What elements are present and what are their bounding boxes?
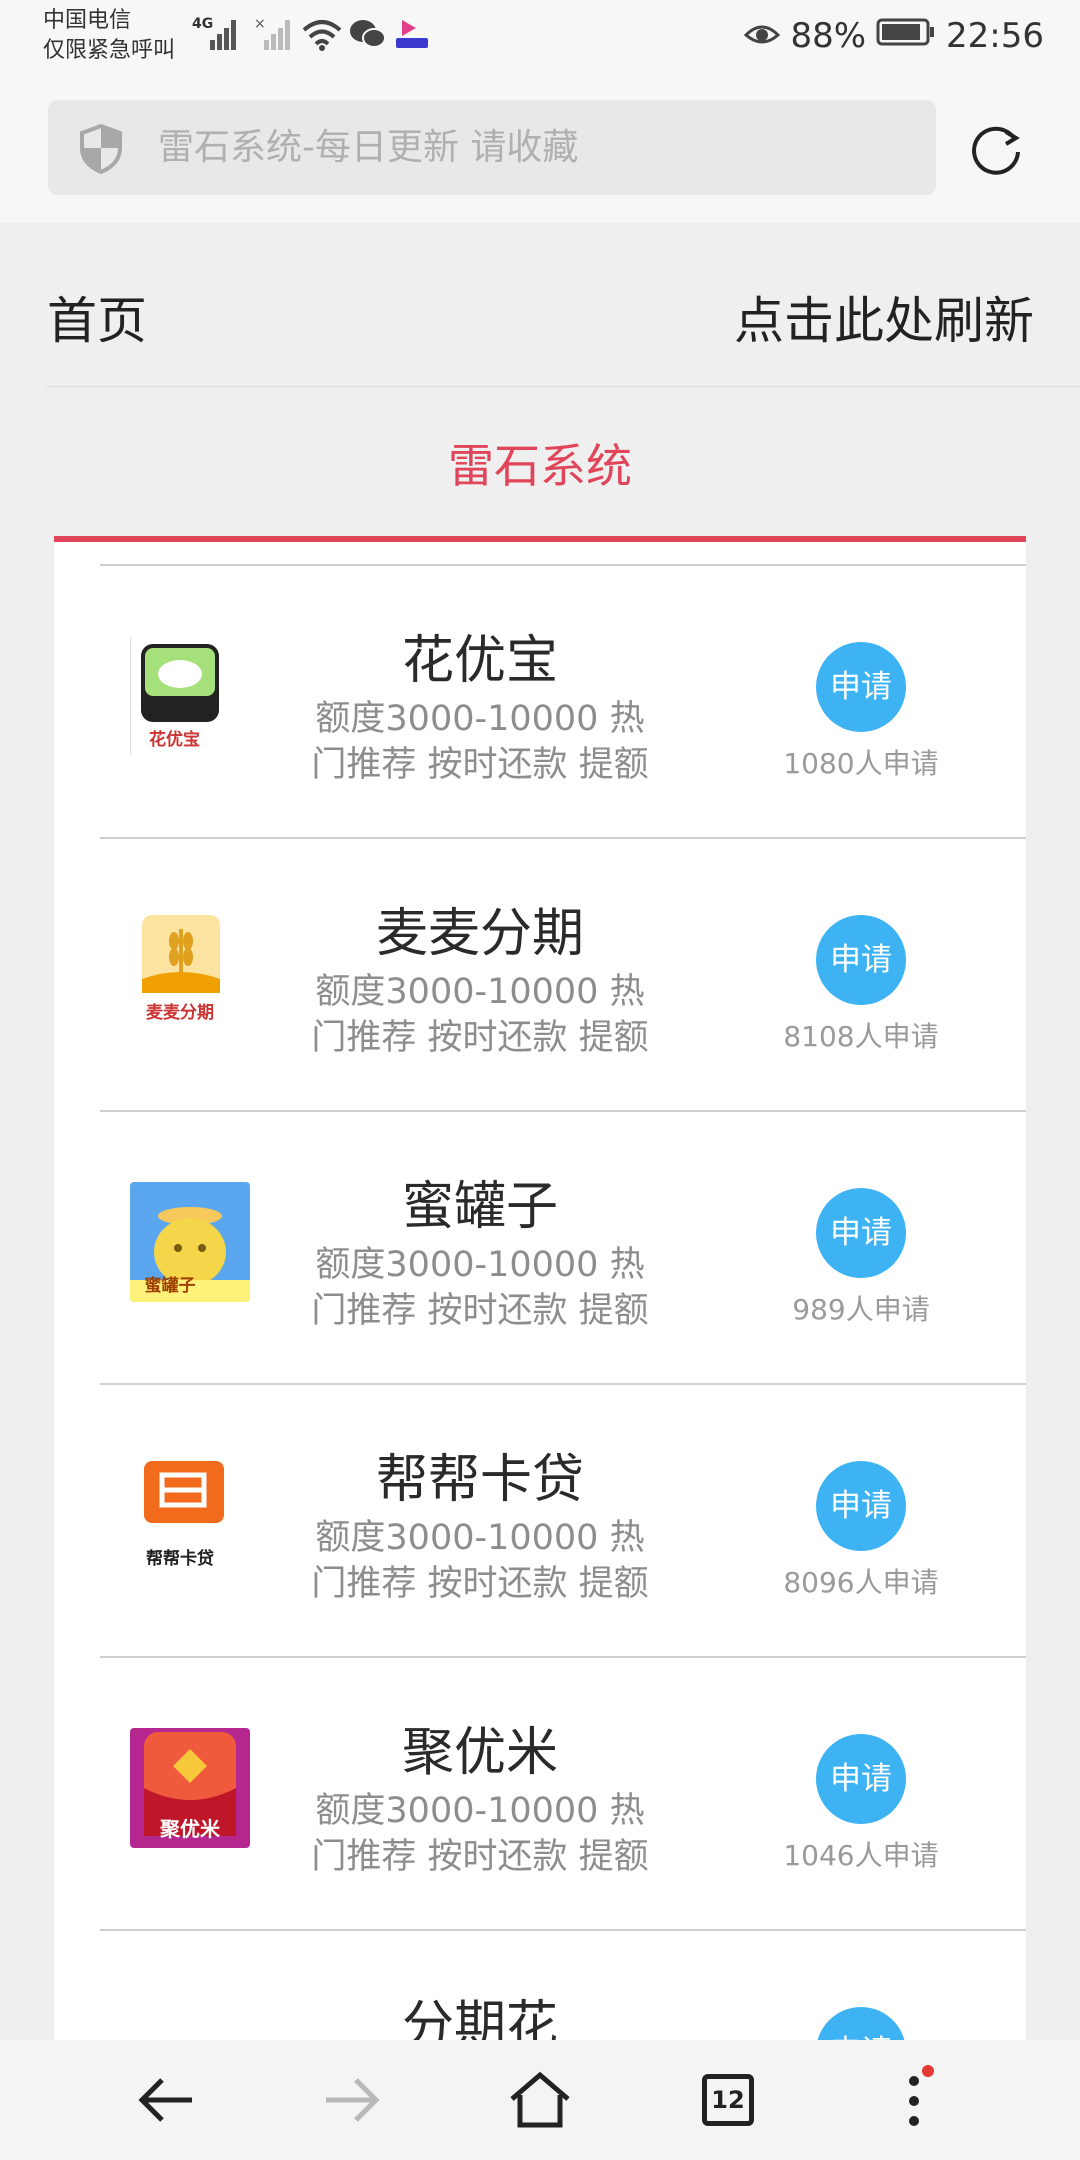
apply-button[interactable]: 申请 bbox=[816, 1461, 906, 1551]
carrier-info: 中国电信 仅限紧急呼叫 bbox=[43, 6, 175, 66]
product-name: 蜜罐子 bbox=[401, 1177, 558, 1237]
product-description: 额度3000-10000 热门推荐 按时还款 提额 bbox=[311, 1245, 649, 1331]
product-logo-label: 蜜罐子 bbox=[144, 1276, 196, 1296]
apply-button[interactable]: 申请 bbox=[816, 1188, 906, 1278]
apply-button[interactable]: 申请 bbox=[816, 1734, 906, 1824]
no-sim-signal-icon: × bbox=[254, 16, 294, 56]
product-description: 额度3000-10000 热门推荐 按时还款 提额 bbox=[311, 972, 649, 1058]
product-name: 花优宝 bbox=[401, 631, 558, 691]
home-icon[interactable] bbox=[480, 2040, 600, 2160]
list-item[interactable]: 花优宝 花优宝 额度3000-10000 热门推荐 按时还款 提额 申请 108… bbox=[100, 566, 1026, 839]
status-bar: 中国电信 仅限紧急呼叫 4G × 88% 22:56 bbox=[0, 0, 1080, 80]
product-list: 花优宝 花优宝 额度3000-10000 热门推荐 按时还款 提额 申请 108… bbox=[54, 542, 1026, 2040]
eye-comfort-icon bbox=[744, 16, 781, 56]
product-logo-label: 帮帮卡贷 bbox=[146, 1549, 214, 1569]
refresh-link[interactable]: 点击此处刷新 bbox=[734, 281, 1034, 353]
shield-icon bbox=[78, 123, 124, 178]
product-logo-icon: 蜜罐子 bbox=[130, 1182, 250, 1302]
battery-percent: 88% bbox=[790, 16, 867, 56]
clock: 22:56 bbox=[946, 16, 1044, 56]
apply-button[interactable]: 申请 bbox=[816, 642, 906, 732]
applicant-count: 8096人申请 bbox=[783, 1566, 939, 1599]
applicant-count: 8108人申请 bbox=[783, 1020, 939, 1053]
tab-count: 12 bbox=[711, 2086, 745, 2114]
battery-icon bbox=[876, 16, 936, 56]
forward-arrow-icon[interactable] bbox=[292, 2040, 412, 2160]
product-logo-icon bbox=[130, 2001, 250, 2040]
list-item[interactable]: 麦麦分期 麦麦分期 额度3000-10000 热门推荐 按时还款 提额 申请 8… bbox=[100, 839, 1026, 1112]
product-logo-label: 麦麦分期 bbox=[146, 1003, 214, 1023]
menu-button[interactable] bbox=[854, 2040, 974, 2160]
back-arrow-icon[interactable] bbox=[106, 2040, 226, 2160]
tabs-button[interactable]: 12 bbox=[668, 2040, 788, 2160]
page-header: 首页 点击此处刷新 bbox=[0, 223, 1080, 388]
product-name: 聚优米 bbox=[401, 1723, 558, 1783]
cellular-signal-icon: 4G bbox=[192, 16, 242, 56]
wechat-icon bbox=[348, 16, 388, 56]
tabs-icon: 12 bbox=[702, 2074, 754, 2126]
product-logo-icon: 花优宝 bbox=[130, 636, 250, 756]
list-item[interactable]: 分期花 申请 bbox=[100, 1931, 1026, 2040]
applicant-count: 1046人申请 bbox=[783, 1839, 939, 1872]
site-title: 雷石系统 bbox=[448, 439, 632, 493]
reload-icon[interactable] bbox=[966, 118, 1026, 182]
wifi-icon bbox=[300, 16, 344, 56]
url-text: 雷石系统-每日更新 请收藏 bbox=[158, 127, 579, 168]
product-name: 帮帮卡贷 bbox=[375, 1450, 584, 1510]
applicant-count: 989人申请 bbox=[792, 1293, 930, 1326]
list-item[interactable]: 帮帮卡贷 帮帮卡贷 额度3000-10000 热门推荐 按时还款 提额 申请 8… bbox=[100, 1385, 1026, 1658]
url-field[interactable]: 雷石系统-每日更新 请收藏 bbox=[48, 100, 936, 195]
emergency-only-text: 仅限紧急呼叫 bbox=[43, 38, 176, 63]
product-description: 额度3000-10000 热门推荐 按时还款 提额 bbox=[311, 699, 649, 785]
product-logo-label: 聚优米 bbox=[160, 1817, 220, 1841]
product-description: 额度3000-10000 热门推荐 按时还款 提额 bbox=[311, 1518, 649, 1604]
product-logo-icon: 聚优米 bbox=[130, 1728, 250, 1848]
notification-dot-icon bbox=[922, 2065, 934, 2077]
applicant-count: 1080人申请 bbox=[783, 747, 939, 780]
home-link[interactable]: 首页 bbox=[47, 281, 147, 353]
svg-text:×: × bbox=[254, 16, 266, 32]
network-type: 4G bbox=[192, 16, 214, 32]
apply-button[interactable]: 申请 bbox=[816, 2007, 906, 2040]
product-description: 额度3000-10000 热门推荐 按时还款 提额 bbox=[311, 1791, 649, 1877]
product-logo-icon: 麦麦分期 bbox=[130, 909, 250, 1029]
product-name: 分期花 bbox=[401, 1996, 558, 2040]
product-logo-icon: 帮帮卡贷 bbox=[130, 1455, 250, 1575]
product-name: 麦麦分期 bbox=[375, 904, 584, 964]
header-divider bbox=[46, 386, 1080, 387]
product-logo-label: 花优宝 bbox=[149, 730, 200, 750]
carrier-name: 中国电信 bbox=[43, 8, 132, 33]
status-right: 88% 22:56 bbox=[744, 14, 1044, 58]
more-vert-icon bbox=[909, 2065, 934, 2126]
apply-button[interactable]: 申请 bbox=[816, 915, 906, 1005]
list-item[interactable]: 聚优米 聚优米 额度3000-10000 热门推荐 按时还款 提额 申请 104… bbox=[100, 1658, 1026, 1931]
app-notification-icon bbox=[394, 16, 430, 56]
browser-address-bar: 雷石系统-每日更新 请收藏 bbox=[0, 80, 1080, 223]
browser-bottom-nav: 12 bbox=[0, 2040, 1080, 2160]
list-item[interactable]: 蜜罐子 蜜罐子 额度3000-10000 热门推荐 按时还款 提额 申请 989… bbox=[100, 1112, 1026, 1385]
